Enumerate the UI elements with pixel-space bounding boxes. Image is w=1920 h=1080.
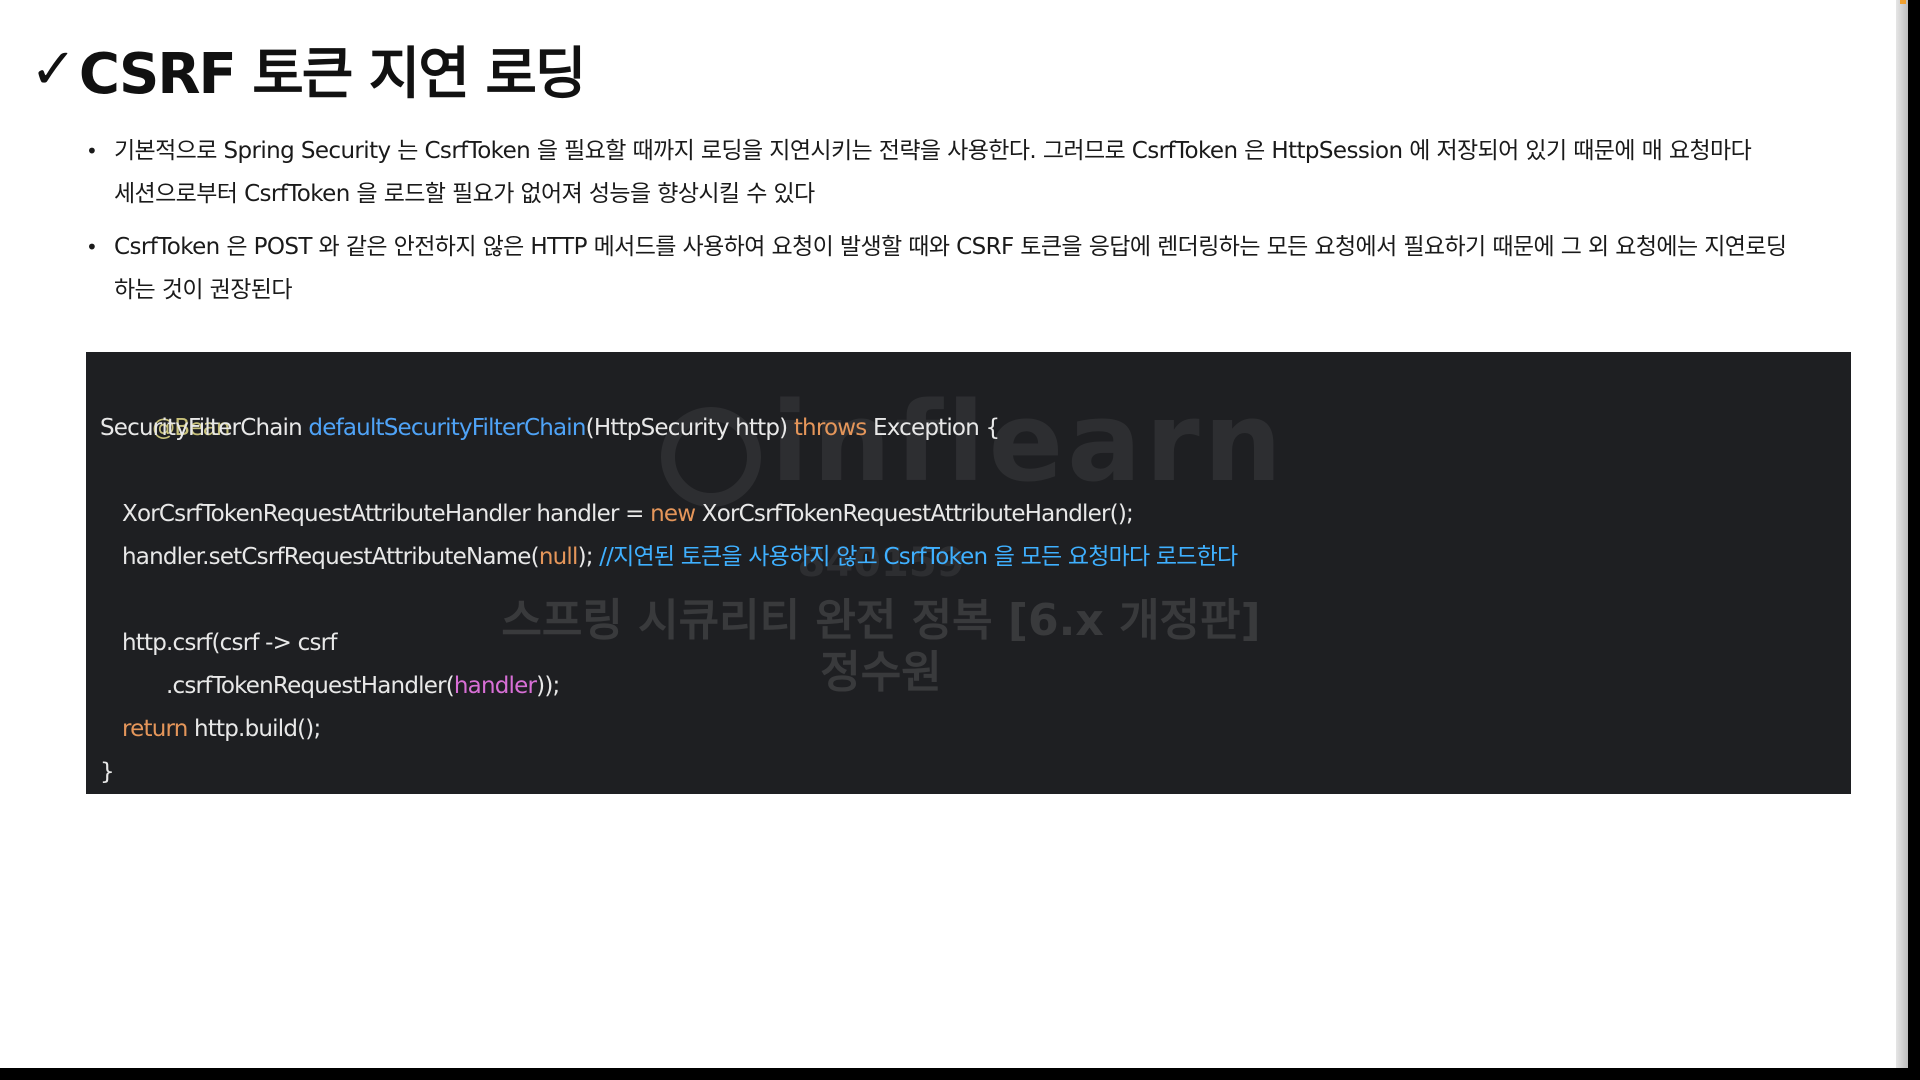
code-method-name: defaultSecurityFilterChain bbox=[308, 415, 586, 441]
bullet-item: • 기본적으로 Spring Security 는 CsrfToken 을 필요… bbox=[86, 130, 1846, 216]
code-token: XorCsrfTokenRequestAttributeHandler hand… bbox=[122, 501, 651, 527]
code-keyword: return bbox=[122, 716, 188, 742]
bullet-item: • CsrfToken 은 POST 와 같은 안전하지 않은 HTTP 메서드… bbox=[86, 226, 1846, 312]
code-keyword: throws bbox=[793, 415, 867, 441]
bullet-line: 세션으로부터 CsrfToken 을 로드할 필요가 없어져 성능을 향상시킬 … bbox=[114, 181, 815, 207]
code-token: )); bbox=[536, 673, 560, 699]
code-comment: //지연된 토큰을 사용하지 않고 CsrfToken 을 모든 요청마다 로드… bbox=[599, 544, 1238, 570]
code-line: handler.setCsrfRequestAttributeName(null… bbox=[100, 536, 1238, 579]
code-keyword: null bbox=[538, 544, 579, 570]
code-token: http.csrf(csrf -> csrf bbox=[122, 630, 337, 656]
code-keyword: new bbox=[650, 501, 696, 527]
code-line: return http.build(); bbox=[100, 708, 1237, 751]
title-text: CSRF 토큰 지연 로딩 bbox=[78, 41, 586, 107]
code-line: SecurityFilterChain defaultSecurityFilte… bbox=[100, 407, 1237, 450]
bullet-line: 하는 것이 권장된다 bbox=[114, 277, 293, 303]
code-token: SecurityFilterChain bbox=[100, 415, 309, 441]
slide-edge-shadow bbox=[1896, 0, 1908, 1068]
code-token: } bbox=[100, 759, 115, 785]
bullet-dot-icon: • bbox=[86, 139, 98, 163]
code-token: (HttpSecurity http) bbox=[585, 415, 794, 441]
code-parameter: handler bbox=[453, 673, 537, 699]
code-line: .csrfTokenRequestHandler(handler)); bbox=[100, 665, 1237, 708]
code-token: .csrfTokenRequestHandler( bbox=[166, 673, 455, 699]
code-token: ); bbox=[577, 544, 600, 570]
code-token: XorCsrfTokenRequestAttributeHandler(); bbox=[695, 501, 1134, 527]
bullet-dot-icon: • bbox=[86, 235, 98, 259]
slide-title: ✓ CSRF 토큰 지연 로딩 bbox=[30, 34, 586, 107]
code-line: } bbox=[100, 751, 1237, 794]
code-block: inflearn 840159 스프링 시큐리티 완전 정복 [6.x 개정판]… bbox=[86, 352, 1851, 794]
accent-mark bbox=[1900, 0, 1906, 4]
slide: ✓ CSRF 토큰 지연 로딩 • 기본적으로 Spring Security … bbox=[0, 0, 1908, 1068]
bullet-list: • 기본적으로 Spring Security 는 CsrfToken 을 필요… bbox=[86, 130, 1846, 322]
bullet-line: CsrfToken 은 POST 와 같은 안전하지 않은 HTTP 메서드를 … bbox=[114, 234, 1787, 260]
code-token: handler.setCsrfRequestAttributeName( bbox=[122, 544, 540, 570]
code-token: Exception { bbox=[866, 415, 1000, 441]
code-lines: @Bean SecurityFilterChain defaultSecurit… bbox=[100, 364, 1238, 794]
code-line: http.csrf(csrf -> csrf bbox=[100, 622, 1237, 665]
code-token: http.build(); bbox=[187, 716, 321, 742]
checkmark-icon: ✓ bbox=[30, 36, 77, 102]
bullet-line: 기본적으로 Spring Security 는 CsrfToken 을 필요할 … bbox=[114, 138, 1752, 164]
code-line: @Bean bbox=[100, 364, 1237, 441]
code-line: XorCsrfTokenRequestAttributeHandler hand… bbox=[100, 493, 1237, 536]
